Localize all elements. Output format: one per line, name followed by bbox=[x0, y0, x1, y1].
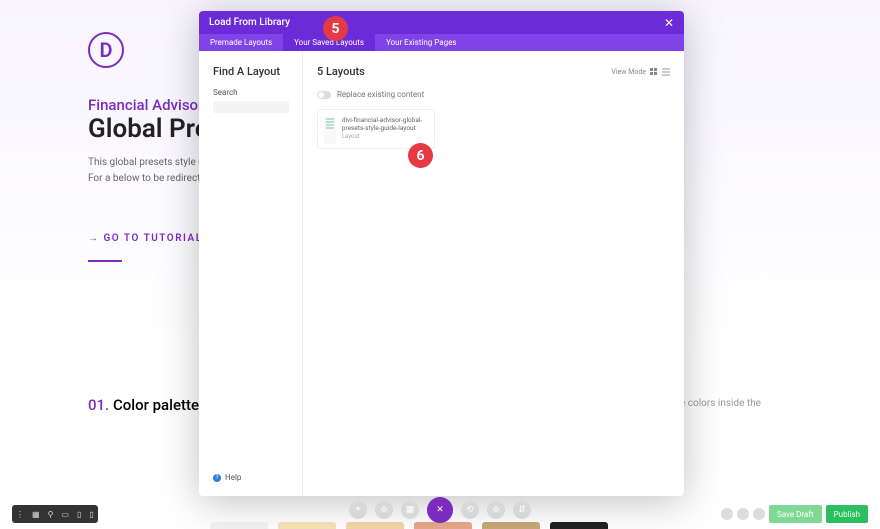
grid-view-icon[interactable] bbox=[650, 68, 658, 76]
swatch-4 bbox=[414, 522, 472, 529]
right-toolbar: Save Draft Publish bbox=[721, 505, 868, 523]
save-library-button[interactable]: ▦ bbox=[401, 501, 419, 519]
mini-action-1[interactable] bbox=[721, 508, 733, 520]
close-icon[interactable]: ✕ bbox=[664, 16, 674, 30]
swatch-5 bbox=[482, 522, 540, 529]
go-to-tutorial-link[interactable]: → GO TO TUTORIAL bbox=[88, 233, 203, 244]
layout-thumbnail bbox=[324, 116, 336, 144]
close-builder-button[interactable]: ✕ bbox=[427, 497, 453, 523]
publish-button[interactable]: Publish bbox=[826, 505, 868, 523]
load-library-modal: Load From Library ✕ Premade Layouts Your… bbox=[199, 11, 684, 496]
modal-header: Load From Library ✕ bbox=[199, 11, 684, 34]
callout-6: 6 bbox=[408, 143, 433, 168]
portability-button[interactable]: ⊚ bbox=[487, 501, 505, 519]
modal-title: Load From Library bbox=[209, 17, 290, 28]
history-button[interactable]: ⟲ bbox=[461, 501, 479, 519]
mini-action-3[interactable] bbox=[753, 508, 765, 520]
modal-content: 5 Layouts View Mode Replace existing con… bbox=[303, 51, 684, 496]
swatch-3 bbox=[346, 522, 404, 529]
layout-info: divi-financial-advisor-global-presets-st… bbox=[342, 116, 428, 142]
tab-premade-layouts[interactable]: Premade Layouts bbox=[199, 34, 283, 51]
modal-tabs: Premade Layouts Your Saved Layouts Your … bbox=[199, 34, 684, 51]
layout-type: Layout bbox=[342, 133, 428, 141]
save-draft-button[interactable]: Save Draft bbox=[769, 505, 822, 523]
text-fragment: e colors inside the bbox=[680, 398, 761, 409]
search-label: Search bbox=[213, 88, 288, 97]
layouts-count-title: 5 Layouts bbox=[317, 65, 365, 78]
section-title: Color palette bbox=[113, 396, 199, 414]
modal-sidebar: Find A Layout Search ? Help bbox=[199, 51, 303, 496]
divi-logo: D bbox=[88, 32, 124, 68]
swatch-1 bbox=[210, 522, 268, 529]
tab-existing-pages[interactable]: Your Existing Pages bbox=[375, 34, 467, 51]
view-mode-controls: View Mode bbox=[611, 68, 670, 76]
mini-action-2[interactable] bbox=[737, 508, 749, 520]
layouts-header: 5 Layouts View Mode bbox=[317, 65, 670, 78]
swatch-6 bbox=[550, 522, 608, 529]
replace-content-row: Replace existing content bbox=[317, 90, 670, 99]
help-icon: ? bbox=[213, 474, 221, 482]
section-number: 01. bbox=[88, 396, 109, 414]
settings-button[interactable]: ⊚ bbox=[375, 501, 393, 519]
expand-button[interactable]: ⇵ bbox=[513, 501, 531, 519]
find-layout-heading: Find A Layout bbox=[213, 65, 288, 78]
link-underline bbox=[88, 260, 122, 262]
help-label: Help bbox=[225, 473, 241, 482]
layout-name: divi-financial-advisor-global-presets-st… bbox=[342, 116, 428, 133]
color-palette-heading: 01. Color palette bbox=[88, 396, 199, 414]
add-button[interactable]: + bbox=[349, 501, 367, 519]
view-mode-label: View Mode bbox=[611, 68, 646, 76]
replace-toggle[interactable] bbox=[317, 91, 331, 99]
color-swatches bbox=[210, 522, 608, 529]
replace-label: Replace existing content bbox=[337, 90, 424, 99]
swatch-2 bbox=[278, 522, 336, 529]
help-link[interactable]: ? Help bbox=[213, 473, 288, 482]
search-input[interactable] bbox=[213, 101, 289, 113]
callout-5: 5 bbox=[323, 16, 348, 41]
modal-body: Find A Layout Search ? Help 5 Layouts Vi… bbox=[199, 51, 684, 496]
list-view-icon[interactable] bbox=[662, 68, 670, 76]
